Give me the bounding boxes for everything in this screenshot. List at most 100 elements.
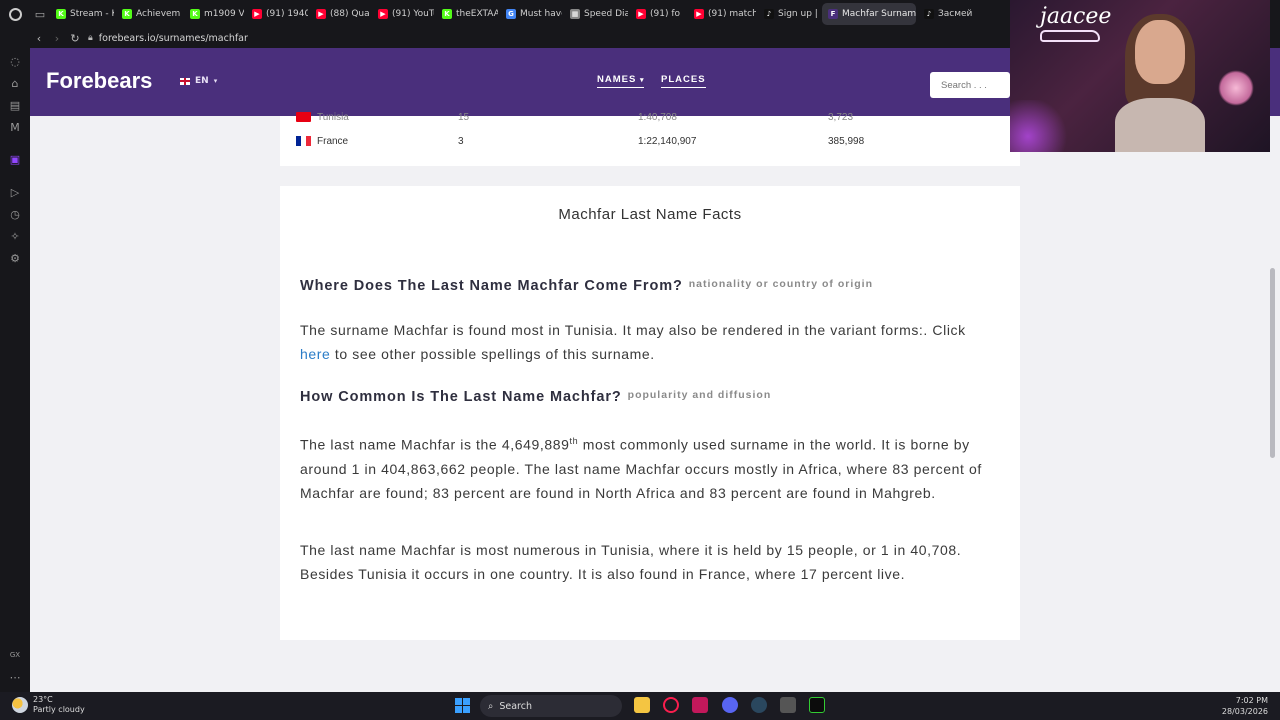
file-explorer-icon[interactable] bbox=[634, 697, 650, 713]
origin-paragraph: The surname Machfar is found most in Tun… bbox=[300, 318, 1000, 366]
browser-tab[interactable]: ▶ (91) match bbox=[688, 3, 756, 25]
browser-tab[interactable]: ♪ Sign up | bbox=[758, 3, 820, 25]
browser-tab[interactable]: F Machfar Surname bbox=[822, 3, 916, 25]
scrollbar-thumb[interactable] bbox=[1270, 268, 1275, 458]
browser-tab[interactable]: K Stream - K bbox=[50, 3, 114, 25]
tab-favicon-icon: ▶ bbox=[694, 9, 704, 19]
browser-tab[interactable]: ♪ Засмей bbox=[918, 3, 978, 25]
nav-places[interactable]: PLACES bbox=[661, 74, 706, 88]
taskbar-search[interactable]: ⌕ Search bbox=[480, 695, 622, 717]
workspaces-icon[interactable]: ⌂ bbox=[8, 76, 22, 90]
origin-heading-text: Where Does The Last Name Machfar Come Fr… bbox=[300, 278, 683, 294]
clock-time: 7:02 PM bbox=[1235, 696, 1268, 705]
commonness-paragraph: The last name Machfar is the 4,649,889th… bbox=[300, 429, 1000, 505]
windows-taskbar: 23°C Partly cloudy ⌕ Search 7:02 PM 28/0… bbox=[0, 692, 1280, 720]
twitch-icon[interactable]: ▣ bbox=[8, 152, 22, 166]
tab-strip: KStream - KKAchievemKm1909 Vi▶(91) 1940'… bbox=[50, 3, 978, 25]
language-selector[interactable]: EN ▾ bbox=[180, 76, 217, 86]
opera-logo-icon[interactable] bbox=[0, 0, 30, 28]
streamer bbox=[1115, 14, 1205, 152]
gx-control-icon[interactable]: ▤ bbox=[8, 98, 22, 112]
tab-favicon-icon: F bbox=[828, 9, 838, 19]
settings-icon[interactable]: ⚙ bbox=[8, 251, 22, 265]
tab-favicon-icon: K bbox=[122, 9, 132, 19]
streamer-face bbox=[1135, 20, 1185, 84]
browser-tab[interactable]: K Achievem bbox=[116, 3, 182, 25]
tab-label: Speed Dia bbox=[584, 9, 628, 19]
rank-cell: 3,723 bbox=[828, 111, 854, 123]
site-logo[interactable]: Forebears bbox=[46, 68, 152, 94]
weather-widget[interactable]: 23°C Partly cloudy bbox=[12, 695, 85, 715]
tab-favicon-icon: ♪ bbox=[924, 9, 934, 19]
tab-favicon-icon: ♪ bbox=[764, 9, 774, 19]
browser-tab[interactable]: KtheEXTAA bbox=[436, 3, 498, 25]
more-icon[interactable]: ⋯ bbox=[8, 670, 22, 684]
england-flag-icon bbox=[180, 77, 190, 85]
facts-title: Machfar Last Name Facts bbox=[558, 206, 742, 223]
extensions-icon[interactable]: ✧ bbox=[8, 229, 22, 243]
player-icon[interactable]: ▷ bbox=[8, 185, 22, 199]
tab-favicon-icon: G bbox=[506, 9, 516, 19]
rank-ordinal: th bbox=[569, 436, 579, 446]
tab-label: (91) fo bbox=[650, 9, 681, 19]
tab-favicon-icon: K bbox=[190, 9, 200, 19]
weather-condition: Partly cloudy bbox=[33, 705, 85, 714]
origin-subheading: nationality or country of origin bbox=[688, 278, 873, 290]
gx-label: GX bbox=[9, 651, 21, 659]
country-name[interactable]: France bbox=[317, 136, 348, 147]
country-table: Tunisia 15 1:40,708 3,723 France 3 1:22,… bbox=[280, 112, 1020, 166]
browser-tab[interactable]: G Must have bbox=[500, 3, 562, 25]
tab-label: (91) YouTu bbox=[392, 9, 434, 19]
neon-glow bbox=[1010, 100, 1070, 152]
back-icon[interactable]: ‹ bbox=[30, 28, 48, 48]
tab-menu-icon[interactable]: ▭ bbox=[30, 0, 50, 28]
browser-tab[interactable]: Km1909 Vi bbox=[184, 3, 244, 25]
weather-text: 23°C Partly cloudy bbox=[33, 695, 85, 715]
search-input[interactable] bbox=[930, 72, 1010, 98]
system-clock[interactable]: 7:02 PM 28/03/2026 bbox=[1218, 695, 1268, 717]
app-x-icon[interactable] bbox=[692, 697, 708, 713]
opera-gx-icon[interactable] bbox=[663, 697, 679, 713]
reload-icon[interactable]: ↻ bbox=[66, 28, 84, 48]
browser-tab[interactable]: ▶ (88) Quali bbox=[310, 3, 370, 25]
history-icon[interactable]: ◷ bbox=[8, 207, 22, 221]
neon-car-icon bbox=[1040, 30, 1100, 42]
nav-names[interactable]: NAMES ▾ bbox=[597, 74, 645, 88]
tab-favicon-icon: K bbox=[56, 9, 66, 19]
table-row: Tunisia 15 1:40,708 3,723 bbox=[280, 106, 1020, 128]
aria-icon[interactable]: ◌ bbox=[8, 54, 22, 68]
messenger-icon[interactable]: M bbox=[8, 120, 22, 134]
tab-label: theEXTAA bbox=[456, 9, 498, 19]
facts-card: Machfar Last Name Facts Where Does The L… bbox=[280, 186, 1020, 640]
webcam-overlay: jaacee bbox=[1010, 0, 1270, 152]
france-flag-icon bbox=[296, 136, 311, 146]
browser-sidebar: ◌ ⌂ ▤ M ▣ ▷ ◷ ✧ ⚙ GX ⋯ bbox=[0, 28, 30, 692]
lock-icon: 🔒︎ bbox=[88, 33, 93, 43]
country-name[interactable]: Tunisia bbox=[317, 112, 349, 123]
terminal-icon[interactable] bbox=[809, 697, 825, 713]
tab-label: (88) Quali bbox=[330, 9, 370, 19]
origin-text-before: The surname Machfar is found most in Tun… bbox=[300, 322, 966, 338]
browser-tab[interactable]: ▶ (91) fo bbox=[630, 3, 686, 25]
start-button-icon[interactable] bbox=[455, 698, 470, 713]
origin-heading: Where Does The Last Name Machfar Come Fr… bbox=[300, 278, 873, 294]
url-field[interactable]: forebears.io/surnames/machfar bbox=[99, 33, 248, 44]
tab-favicon-icon: ▶ bbox=[252, 9, 262, 19]
table-row: France 3 1:22,140,907 385,998 bbox=[280, 130, 1020, 152]
tab-label: (91) 1940' bbox=[266, 9, 308, 19]
forward-icon[interactable]: › bbox=[48, 28, 66, 48]
variants-link[interactable]: here bbox=[300, 346, 330, 362]
streamer-body bbox=[1115, 98, 1205, 152]
discord-icon[interactable] bbox=[722, 697, 738, 713]
tab-label: m1909 Vi bbox=[204, 9, 244, 19]
commonness-heading-text: How Common Is The Last Name Machfar? bbox=[300, 389, 622, 405]
language-label: EN bbox=[195, 76, 209, 86]
tab-label: Засмей bbox=[938, 9, 973, 19]
steam-icon[interactable] bbox=[751, 697, 767, 713]
app-grid-icon[interactable] bbox=[780, 697, 796, 713]
distribution-paragraph: The last name Machfar is most numerous i… bbox=[300, 542, 962, 582]
browser-tab[interactable]: ▦ Speed Dia bbox=[564, 3, 628, 25]
browser-tab[interactable]: ▶ (91) 1940' bbox=[246, 3, 308, 25]
tab-favicon-icon: ▦ bbox=[570, 9, 580, 19]
browser-tab[interactable]: ▶ (91) YouTu bbox=[372, 3, 434, 25]
